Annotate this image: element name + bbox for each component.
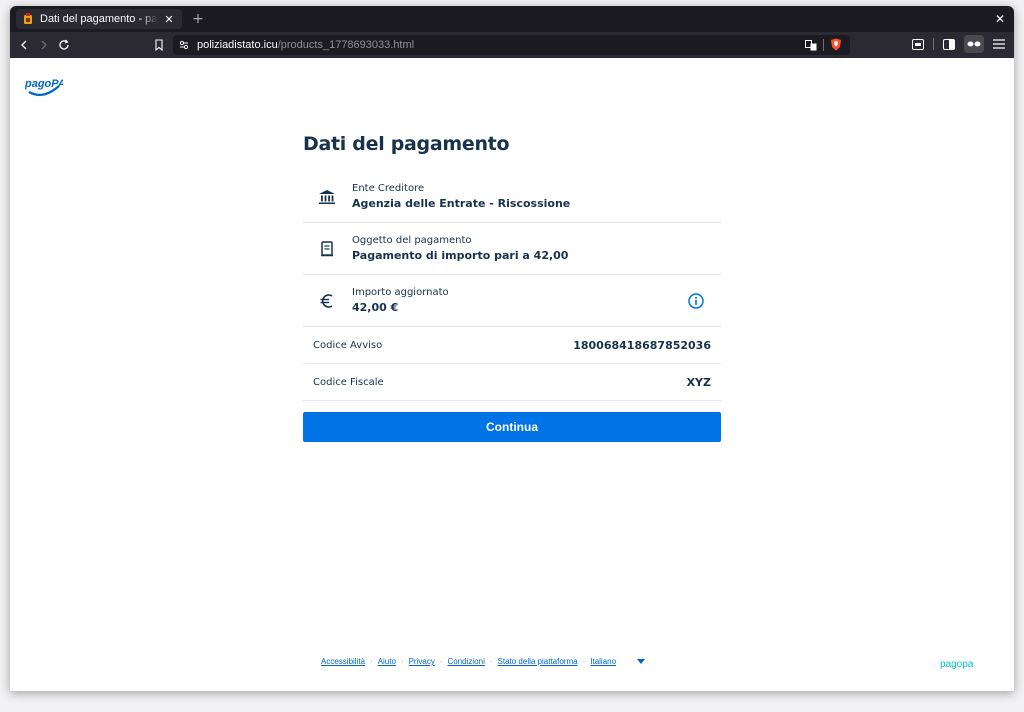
- tab-close-icon[interactable]: ✕: [162, 12, 176, 26]
- window-close-icon[interactable]: ✕: [992, 11, 1008, 27]
- item-value: Agenzia delle Entrate - Riscossione: [352, 196, 571, 210]
- bank-icon: [317, 187, 337, 207]
- detail-label: Codice Avviso: [313, 339, 383, 351]
- separator: ·: [370, 657, 373, 666]
- payment-summary: Dati del pagamento Ente Creditore Agenzi…: [303, 130, 721, 442]
- continue-button[interactable]: Continua: [303, 412, 721, 442]
- site-permissions-icon[interactable]: [179, 40, 189, 50]
- new-tab-icon[interactable]: +: [190, 11, 206, 27]
- pagopa-logo[interactable]: pagoPA: [24, 76, 66, 104]
- divider: [933, 38, 934, 50]
- info-icon[interactable]: [687, 292, 705, 310]
- page-title: Dati del pagamento: [303, 133, 510, 155]
- footer-link-status[interactable]: Stato della piattaforma: [498, 657, 578, 666]
- page-content: pagoPA Dati del pagamento Ente Creditore…: [10, 58, 1014, 691]
- payment-details-list: Ente Creditore Agenzia delle Entrate - R…: [303, 171, 721, 401]
- sidebar-icon[interactable]: [940, 35, 958, 53]
- url-actions: [805, 38, 842, 51]
- footer-link-privacy[interactable]: Privacy: [409, 657, 435, 666]
- detail-value: 180068418687852036: [573, 338, 711, 352]
- reload-icon[interactable]: [54, 35, 74, 55]
- browser-tab[interactable]: Dati del pagamento - pagoPA ✕: [16, 9, 182, 29]
- chevron-down-icon[interactable]: [636, 658, 646, 666]
- tab-title: Dati del pagamento - pagoPA: [40, 13, 158, 25]
- footer-brand-text: pagopa: [940, 659, 974, 670]
- footer-link-language[interactable]: Italiano: [590, 657, 616, 666]
- separator: ·: [489, 657, 493, 666]
- item-label: Ente Creditore: [352, 182, 425, 194]
- url-path: /products_1778693033.html: [277, 39, 415, 51]
- receipt-icon: [317, 239, 337, 259]
- item-label: Oggetto del pagamento: [352, 234, 472, 246]
- list-item-subject: Oggetto del pagamento Pagamento di impor…: [303, 223, 721, 275]
- detail-row-tax-code: Codice Fiscale XYZ: [303, 364, 721, 401]
- detail-value: XYZ: [686, 375, 711, 389]
- private-mode-icon[interactable]: [964, 35, 984, 53]
- separator: ·: [400, 657, 404, 666]
- pagopa-footer-logo: pagopa: [940, 655, 982, 674]
- footer-link-accessibility[interactable]: Accessibilità: [321, 657, 365, 666]
- menu-icon[interactable]: [990, 35, 1008, 53]
- browser-window: Dati del pagamento - pagoPA ✕ + ✕ polizi…: [10, 6, 1014, 691]
- navigation-bar: poliziadistato.icu/products_1778693033.h…: [10, 32, 1014, 58]
- forward-icon[interactable]: [34, 35, 54, 55]
- url-domain: poliziadistato.icu: [197, 39, 278, 51]
- detail-row-notice-code: Codice Avviso 180068418687852036: [303, 327, 721, 364]
- separator: ·: [582, 657, 586, 666]
- tab-bar: Dati del pagamento - pagoPA ✕ + ✕: [10, 6, 1014, 32]
- item-value: Pagamento di importo pari a 42,00: [352, 248, 569, 262]
- translate-icon[interactable]: [805, 39, 817, 51]
- detail-label: Codice Fiscale: [313, 376, 384, 388]
- back-icon[interactable]: [14, 35, 34, 55]
- brave-shield-icon[interactable]: [830, 38, 842, 51]
- footer-link-terms[interactable]: Condizioni: [448, 657, 485, 666]
- footer-links: Accessibilità · Aiuto · Privacy · Condiz…: [321, 657, 646, 666]
- separator: ·: [439, 657, 443, 666]
- toolbar-right: [909, 35, 1008, 53]
- url-bar[interactable]: poliziadistato.icu/products_1778693033.h…: [173, 35, 850, 55]
- euro-icon: [317, 291, 337, 311]
- favicon-icon: [22, 13, 34, 25]
- divider: [823, 38, 824, 51]
- wallet-icon[interactable]: [909, 35, 927, 53]
- item-value: 42,00 €: [352, 300, 399, 314]
- item-label: Importo aggiornato: [352, 286, 449, 298]
- bookmark-icon[interactable]: [149, 35, 169, 55]
- footer-link-help[interactable]: Aiuto: [378, 657, 396, 666]
- list-item-creditor: Ente Creditore Agenzia delle Entrate - R…: [303, 171, 721, 223]
- list-item-amount: Importo aggiornato 42,00 €: [303, 275, 721, 327]
